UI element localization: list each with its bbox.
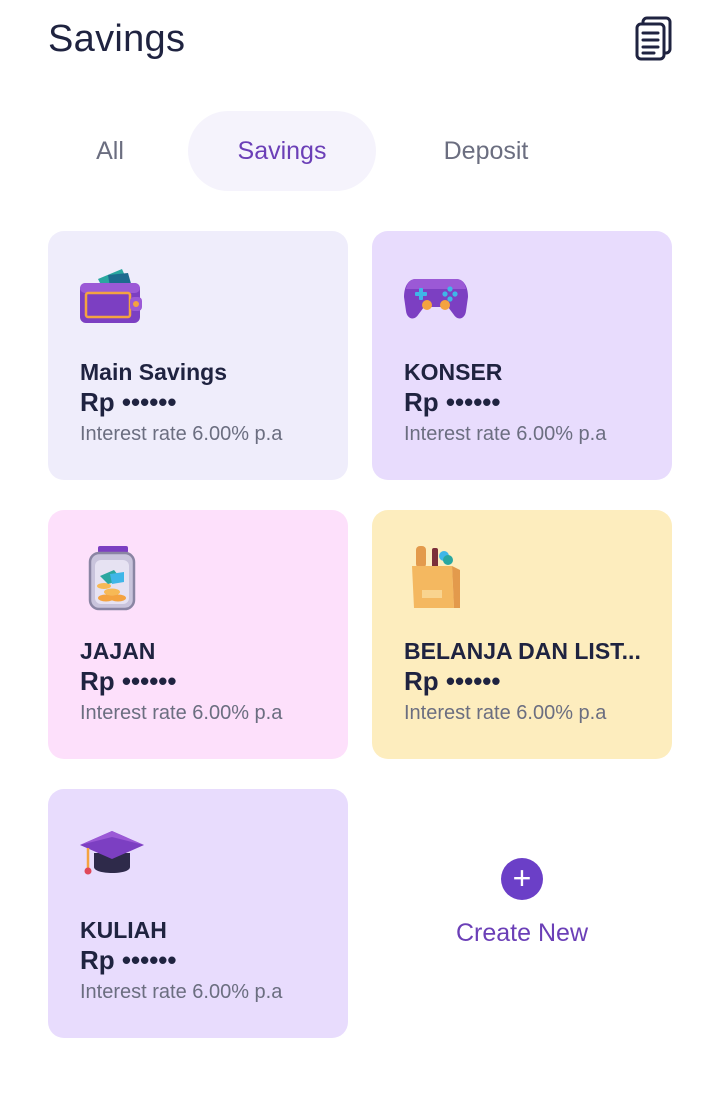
card-name: BELANJA DAN LIST...	[404, 638, 641, 664]
card-interest-rate: Interest rate 6.00% p.a	[404, 702, 607, 724]
card-name: Main Savings	[80, 359, 227, 385]
create-new-button[interactable]: + Create New	[372, 789, 672, 1038]
grocery-bag-icon	[412, 546, 460, 608]
page-title: Savings	[48, 18, 186, 60]
tab-all[interactable]: All	[48, 111, 172, 191]
tab-deposit[interactable]: Deposit	[398, 111, 574, 191]
card-amount: Rp ••••••	[404, 666, 501, 696]
card-name: KULIAH	[80, 917, 167, 943]
card-name: KONSER	[404, 359, 503, 385]
document-list-icon	[635, 16, 672, 61]
header: Savings	[48, 14, 674, 68]
tab-savings[interactable]: Savings	[188, 111, 376, 191]
plus-icon: +	[501, 858, 543, 900]
card-interest-rate: Interest rate 6.00% p.a	[80, 702, 283, 724]
savings-card-kuliah[interactable]: KULIAH Rp •••••• Interest rate 6.00% p.a	[48, 789, 348, 1038]
card-amount: Rp ••••••	[80, 387, 177, 417]
card-interest-rate: Interest rate 6.00% p.a	[80, 423, 283, 445]
card-amount: Rp ••••••	[80, 945, 177, 975]
coin-jar-icon	[88, 546, 136, 611]
card-amount: Rp ••••••	[404, 387, 501, 417]
savings-card-konser[interactable]: KONSER Rp •••••• Interest rate 6.00% p.a	[372, 231, 672, 480]
card-interest-rate: Interest rate 6.00% p.a	[404, 423, 607, 445]
document-list-button[interactable]	[634, 16, 674, 62]
gamepad-icon	[404, 279, 468, 319]
card-name: JAJAN	[80, 638, 156, 664]
savings-tabs: All Savings Deposit	[48, 111, 674, 191]
savings-card-belanja[interactable]: BELANJA DAN LIST... Rp •••••• Interest r…	[372, 510, 672, 759]
wallet-icon	[80, 269, 142, 323]
card-interest-rate: Interest rate 6.00% p.a	[80, 981, 283, 1003]
graduation-cap-icon	[80, 831, 144, 875]
savings-card-main-savings[interactable]: Main Savings Rp •••••• Interest rate 6.0…	[48, 231, 348, 480]
card-amount: Rp ••••••	[80, 666, 177, 696]
create-new-label: Create New	[456, 919, 588, 947]
savings-card-jajan[interactable]: JAJAN Rp •••••• Interest rate 6.00% p.a	[48, 510, 348, 759]
